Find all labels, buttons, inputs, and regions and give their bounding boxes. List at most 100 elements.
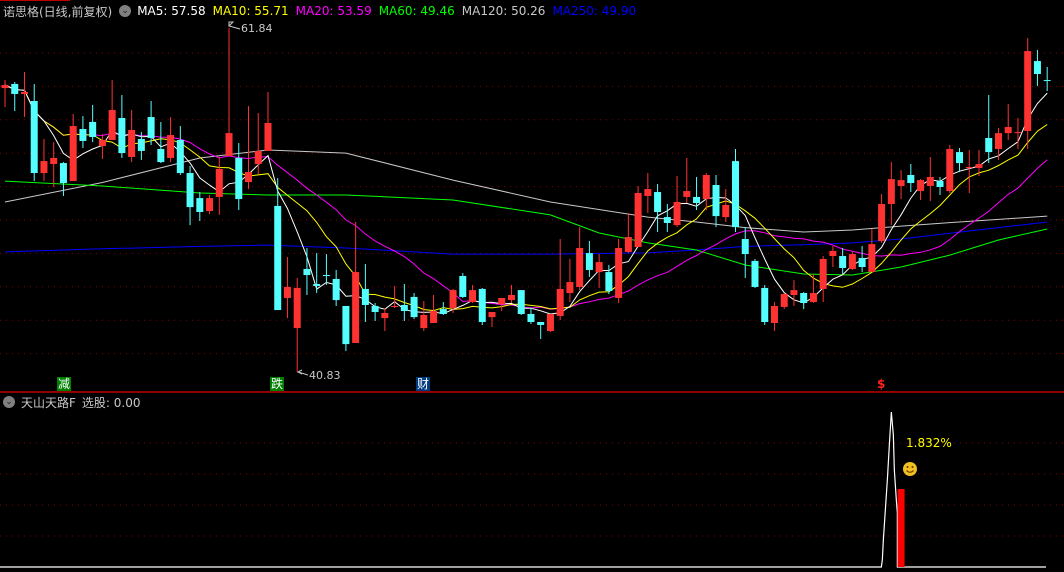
candle-body	[1014, 132, 1022, 134]
candle	[673, 175, 681, 228]
candle-body	[780, 294, 788, 307]
ma10-label: MA10: 55.71	[212, 4, 289, 18]
stock-title: 诺思格(日线,前复权)	[3, 4, 113, 19]
candle-body	[469, 290, 477, 303]
candle	[30, 83, 38, 182]
candle	[420, 301, 428, 332]
candle-body	[118, 118, 126, 154]
candle-body	[206, 198, 214, 212]
candle-body	[59, 163, 67, 184]
candle-body	[274, 205, 282, 311]
candle	[917, 179, 925, 201]
candle-body	[79, 129, 87, 141]
candle	[186, 165, 194, 226]
candle	[118, 94, 126, 158]
candle-body	[858, 257, 866, 268]
candle-body	[254, 150, 262, 165]
candle-body	[800, 293, 808, 304]
candle-body	[225, 133, 233, 157]
candle	[887, 162, 895, 226]
chevron-down-icon[interactable]: ⌄	[119, 5, 132, 17]
candle-body	[186, 173, 194, 208]
candle	[985, 94, 993, 164]
marker-dollar[interactable]: $	[876, 377, 886, 391]
candle	[332, 269, 340, 306]
candle-body	[576, 248, 584, 287]
candle-body	[459, 276, 467, 297]
candle	[780, 293, 788, 310]
candle-body	[50, 157, 58, 165]
candle-body	[936, 181, 944, 187]
candle-body	[196, 198, 204, 212]
candle-body	[264, 122, 272, 151]
candle-body	[673, 202, 681, 226]
candle	[371, 303, 379, 322]
candle	[459, 273, 467, 298]
candle	[303, 248, 311, 295]
candle-body	[829, 250, 837, 257]
candle-body	[381, 313, 389, 319]
high-label: 61.84	[241, 22, 273, 35]
candle	[69, 113, 77, 182]
ma5-label: MA5: 57.58	[137, 4, 206, 18]
candle	[994, 128, 1002, 160]
candle	[702, 173, 710, 211]
candlestick-chart[interactable]: 61.84 40.83 1.832%	[0, 0, 1064, 572]
candle-body	[907, 175, 915, 184]
candle-body	[40, 161, 48, 174]
candle-body	[1024, 51, 1032, 131]
candle	[946, 145, 954, 194]
candles	[1, 28, 1051, 372]
candle-body	[965, 166, 973, 168]
candle-body	[878, 203, 886, 241]
candle-body	[517, 290, 525, 314]
candle	[361, 264, 369, 323]
candle-body	[322, 275, 330, 277]
indicator-panel	[0, 411, 1046, 568]
candle-body	[215, 168, 223, 197]
candle-body	[566, 282, 574, 294]
candle	[469, 285, 477, 304]
candle	[907, 164, 915, 193]
candle	[254, 112, 262, 175]
marker-die[interactable]: 跌	[270, 377, 285, 391]
candle-body	[741, 239, 749, 255]
candle	[663, 203, 671, 232]
candle	[809, 274, 817, 304]
candle-body	[917, 180, 925, 192]
candle	[40, 138, 48, 182]
candle	[848, 251, 856, 270]
candle-body	[770, 305, 778, 323]
candle-body	[809, 293, 817, 303]
candle-body	[1004, 127, 1012, 134]
candle	[624, 212, 632, 254]
candle	[79, 116, 87, 148]
candle	[293, 277, 301, 372]
candle	[391, 285, 399, 309]
indicator-header: ⌄ 天山天路F 选股: 0.00	[3, 394, 140, 410]
candle	[819, 256, 827, 303]
candle-body	[887, 179, 895, 204]
candle-body	[1, 84, 9, 89]
candle	[11, 82, 19, 111]
candle-body	[722, 204, 730, 218]
candle	[1, 80, 9, 108]
marker-cai[interactable]: 财	[416, 377, 431, 391]
marker-jian[interactable]: 减	[57, 377, 72, 391]
candle	[566, 258, 574, 303]
candle-body	[654, 192, 662, 212]
candle-body	[1033, 61, 1041, 74]
candle	[761, 285, 769, 325]
chevron-down-icon[interactable]: ⌄	[3, 396, 15, 408]
chart-header: 诺思格(日线,前复权) ⌄ MA5: 57.58 MA10: 55.71 MA2…	[3, 2, 643, 20]
high-annotation: 61.84	[228, 21, 273, 35]
candle-body	[527, 313, 535, 323]
candle	[770, 302, 778, 332]
candle-body	[342, 305, 350, 345]
candle-body	[167, 135, 175, 158]
candle	[176, 126, 184, 176]
candle-body	[897, 180, 905, 186]
candle	[556, 239, 564, 321]
indicator-bar	[897, 489, 905, 567]
candle	[322, 254, 330, 286]
